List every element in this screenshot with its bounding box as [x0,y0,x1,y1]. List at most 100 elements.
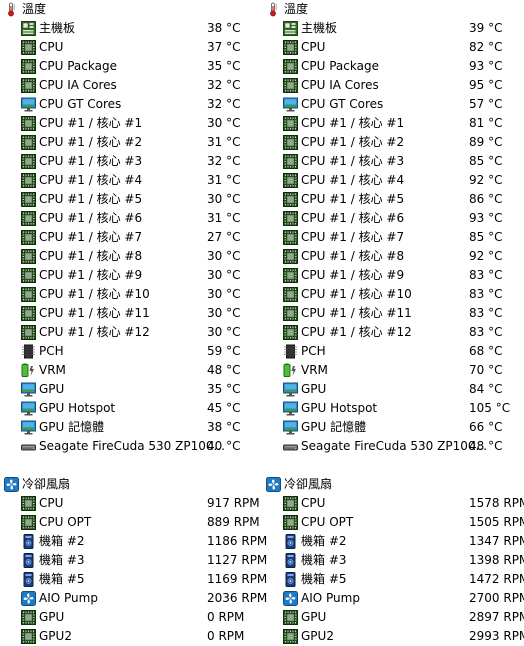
sensor-row[interactable]: CPU #1 / 核心 #11 83 °C [262,304,524,323]
sensor-row[interactable]: 機箱 #2 1186 RPM [0,532,267,551]
sensor-row[interactable]: AIO Pump 2036 RPM [0,589,267,608]
sensor-row[interactable]: CPU #1 / 核心 #2 31 °C [0,133,262,152]
sensor-row[interactable]: CPU #1 / 核心 #3 85 °C [262,152,524,171]
sensor-label: CPU IA Cores [301,78,379,92]
sensor-label: 機箱 #2 [39,534,85,548]
cpu-chip-icon [21,78,36,93]
cpu-chip-icon [283,515,298,530]
temperature-header[interactable]: 溫度 [262,0,524,19]
sensor-row[interactable]: GPU 84 °C [262,380,524,399]
sensor-row[interactable]: CPU #1 / 核心 #5 30 °C [0,190,262,209]
temperature-header[interactable]: 溫度 [0,0,262,19]
sensor-label: GPU [39,382,65,396]
fan-icon [266,477,281,492]
sensor-row[interactable]: CPU #1 / 核心 #7 27 °C [0,228,262,247]
sensor-row[interactable]: 主機板 39 °C [262,19,524,38]
sensor-row[interactable]: 機箱 #2 1347 RPM [262,532,524,551]
sensor-row[interactable]: CPU 82 °C [262,38,524,57]
fan-header[interactable]: 冷卻風扇 [262,475,524,494]
sensor-row[interactable]: CPU #1 / 核心 #10 83 °C [262,285,524,304]
vrm-battery-icon [283,363,298,378]
sensor-row[interactable]: CPU 37 °C [0,38,262,57]
sensor-row[interactable]: CPU OPT 1505 RPM [262,513,524,532]
sensor-row[interactable]: GPU Hotspot 105 °C [262,399,524,418]
sensor-row[interactable]: Seagate FireCuda 530 ZP100... 48 °C [262,437,524,456]
sensor-row[interactable]: GPU 35 °C [0,380,262,399]
sensor-label: Seagate FireCuda 530 ZP100... [301,439,487,453]
sensor-value: 1505 RPM [469,515,524,529]
sensor-row[interactable]: CPU 1578 RPM [262,494,524,513]
monitor-icon [283,97,298,112]
sensor-label: CPU #1 / 核心 #5 [301,192,405,206]
sensor-row[interactable]: GPU Hotspot 45 °C [0,399,262,418]
sensor-row[interactable]: CPU #1 / 核心 #9 30 °C [0,266,262,285]
sensor-row[interactable]: VRM 48 °C [0,361,262,380]
sensor-row[interactable]: CPU #1 / 核心 #4 92 °C [262,171,524,190]
sensor-row[interactable]: CPU IA Cores 32 °C [0,76,262,95]
sensor-row[interactable]: CPU #1 / 核心 #6 31 °C [0,209,262,228]
sensor-row[interactable]: CPU #1 / 核心 #12 30 °C [0,323,262,342]
sensor-row[interactable]: VRM 70 °C [262,361,524,380]
sensor-row[interactable]: CPU #1 / 核心 #2 89 °C [262,133,524,152]
sensor-value: 37 °C [207,40,241,54]
sensor-value: 59 °C [207,344,241,358]
sensor-row[interactable]: CPU #1 / 核心 #7 85 °C [262,228,524,247]
sensor-row[interactable]: CPU GT Cores 32 °C [0,95,262,114]
sensor-label: CPU #1 / 核心 #6 [301,211,405,225]
sensor-label: CPU Package [301,59,379,73]
sensor-value: 30 °C [207,306,241,320]
sensor-row[interactable]: CPU #1 / 核心 #5 86 °C [262,190,524,209]
cpu-chip-icon [283,135,298,150]
sensor-row[interactable]: GPU 記憶體 38 °C [0,418,262,437]
sensor-row[interactable]: 機箱 #3 1127 RPM [0,551,267,570]
sensor-row[interactable]: GPU2 0 RPM [0,627,262,646]
sensor-row[interactable]: PCH 59 °C [0,342,262,361]
left-panel: 溫度 主機板 38 °C CPU 37 °C CPU Package 35 °C CPU I… [0,0,267,646]
sensor-row[interactable]: 機箱 #3 1398 RPM [262,551,524,570]
temperature-rows: 主機板 38 °C CPU 37 °C CPU Package 35 °C CPU IA C… [0,19,262,456]
sensor-row[interactable]: CPU #1 / 核心 #8 92 °C [262,247,524,266]
sensor-row[interactable]: GPU2 2993 RPM [262,627,524,646]
sensor-row[interactable]: CPU Package 93 °C [262,57,524,76]
sensor-row[interactable]: 機箱 #5 1169 RPM [0,570,267,589]
sensor-row[interactable]: CPU #1 / 核心 #6 93 °C [262,209,524,228]
sensor-row[interactable]: CPU #1 / 核心 #1 81 °C [262,114,524,133]
sensor-row[interactable]: CPU #1 / 核心 #10 30 °C [0,285,262,304]
sensor-row[interactable]: GPU 0 RPM [0,608,262,627]
sensor-row[interactable]: CPU #1 / 核心 #11 30 °C [0,304,262,323]
sensor-row[interactable]: CPU GT Cores 57 °C [262,95,524,114]
sensor-row[interactable]: 主機板 38 °C [0,19,262,38]
sensor-row[interactable]: AIO Pump 2700 RPM [262,589,524,608]
sensor-value: 84 °C [469,382,503,396]
sensor-row[interactable]: CPU OPT 889 RPM [0,513,262,532]
cpu-chip-icon [21,173,36,188]
cpu-chip-icon [21,116,36,131]
sensor-label: CPU #1 / 核心 #3 [39,154,143,168]
sensor-label: Seagate FireCuda 530 ZP100... [39,439,225,453]
sensor-row[interactable]: CPU #1 / 核心 #8 30 °C [0,247,262,266]
sensor-row[interactable]: Seagate FireCuda 530 ZP100... 40 °C [0,437,262,456]
fan-header[interactable]: 冷卻風扇 [0,475,262,494]
sensor-row[interactable]: GPU 記憶體 66 °C [262,418,524,437]
sensor-row[interactable]: CPU #1 / 核心 #12 83 °C [262,323,524,342]
sensor-row[interactable]: CPU #1 / 核心 #9 83 °C [262,266,524,285]
cpu-chip-icon [283,629,298,644]
sensor-row[interactable]: CPU IA Cores 95 °C [262,76,524,95]
sensor-label: CPU OPT [39,515,92,529]
sensor-row[interactable]: 機箱 #5 1472 RPM [262,570,524,589]
sensor-row[interactable]: CPU 917 RPM [0,494,262,513]
sensor-row[interactable]: CPU #1 / 核心 #4 31 °C [0,171,262,190]
sensor-value: 2700 RPM [469,591,524,605]
cpu-chip-icon [21,192,36,207]
monitor-icon [283,382,298,397]
sensor-label: PCH [301,344,326,358]
sensor-label: CPU #1 / 核心 #10 [301,287,412,301]
fan-rows: CPU 917 RPM CPU OPT 889 RPM 機箱 #2 1186 RPM 機箱 … [0,494,267,646]
sensor-row[interactable]: CPU #1 / 核心 #1 30 °C [0,114,262,133]
sensor-label: 機箱 #5 [301,572,347,586]
monitor-icon [21,97,36,112]
sensor-row[interactable]: GPU 2897 RPM [262,608,524,627]
sensor-row[interactable]: CPU #1 / 核心 #3 32 °C [0,152,262,171]
sensor-row[interactable]: CPU Package 35 °C [0,57,262,76]
sensor-row[interactable]: PCH 68 °C [262,342,524,361]
